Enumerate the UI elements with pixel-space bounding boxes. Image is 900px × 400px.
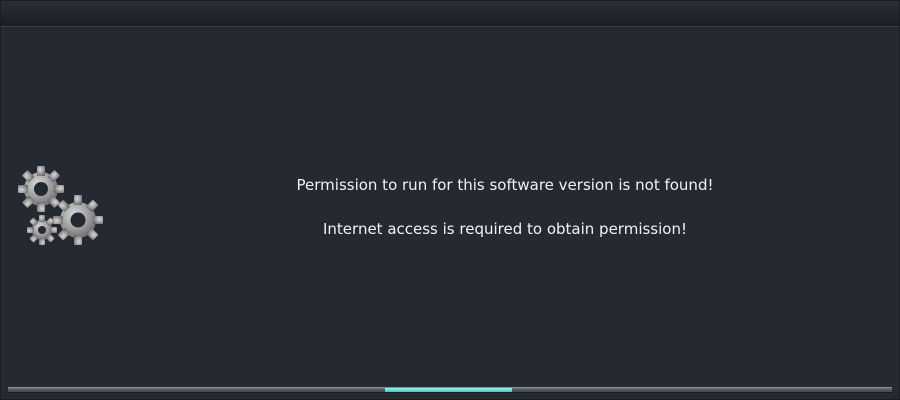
message-text: Permission to run for this software vers… [111, 174, 899, 240]
progress-bar [8, 387, 892, 393]
title-bar[interactable] [1, 1, 899, 27]
right-gear-shape [53, 195, 103, 245]
large-gear-shape [18, 166, 64, 212]
small-gear-shape [27, 215, 57, 245]
progress-indicator [385, 388, 512, 392]
internet-required-text: Internet access is required to obtain pe… [323, 220, 687, 238]
gears-icon [18, 166, 103, 245]
permission-not-found-text: Permission to run for this software vers… [296, 176, 714, 194]
permission-dialog: Permission to run for this software vers… [0, 0, 900, 400]
